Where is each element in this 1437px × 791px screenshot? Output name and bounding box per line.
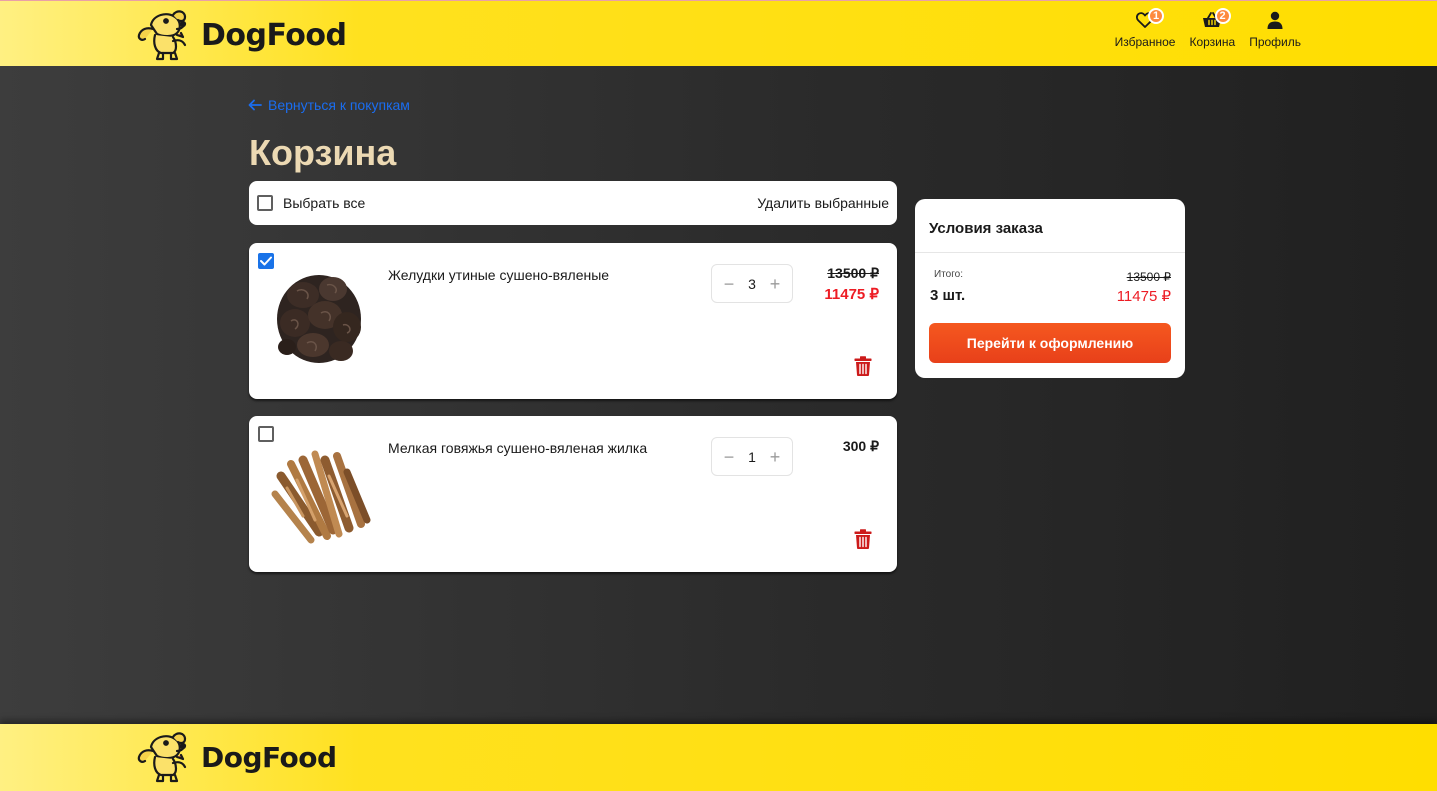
logo-text: DogFood (201, 17, 347, 53)
item-price: 300 ₽ (842, 438, 879, 454)
trash-icon[interactable] (854, 529, 872, 549)
back-to-shopping-link[interactable]: Вернуться к покупкам (248, 97, 410, 113)
back-link-label: Вернуться к покупкам (268, 97, 410, 113)
total-label: Итого: (934, 269, 963, 280)
item-name[interactable]: Мелкая говяжья сушено-вяленая жилка (388, 440, 647, 456)
quantity-value: 1 (748, 448, 756, 465)
dog-logo-icon (137, 10, 187, 61)
trash-icon[interactable] (854, 356, 872, 376)
nav-cart[interactable]: 2 Корзина (1189, 8, 1236, 49)
cart-count-badge: 2 (1214, 8, 1231, 24)
site-header: DogFood 1 Избранное 2 Корзина Профиль (0, 0, 1437, 66)
duck-gizzards-product-image (277, 275, 361, 363)
item-name[interactable]: Желудки утиные сушено-вяленые (388, 267, 609, 283)
quantity-stepper: − 1 + (711, 437, 793, 476)
user-icon (1267, 11, 1283, 29)
page-title: Корзина (249, 132, 397, 173)
nav-cart-label: Корзина (1189, 35, 1236, 49)
item-prices: 13500 ₽ 11475 ₽ (824, 265, 879, 303)
beef-tendon-product-image (271, 450, 371, 544)
summary-title: Условия заказа (929, 220, 1043, 237)
decrease-quantity-button[interactable]: − (722, 275, 736, 293)
nav-profile[interactable]: Профиль (1249, 9, 1301, 49)
increase-quantity-button[interactable]: + (768, 275, 782, 293)
footer-logo[interactable]: DogFood (133, 729, 337, 785)
favorites-count-badge: 1 (1148, 8, 1165, 24)
select-bar: Выбрать все Удалить выбранные (249, 181, 897, 225)
arrow-left-icon (248, 99, 262, 111)
total-count: 3 шт. (930, 287, 966, 304)
footer-logo-text: DogFood (201, 740, 337, 774)
quantity-stepper: − 3 + (711, 264, 793, 303)
cart-item: Мелкая говяжья сушено-вяленая жилка − 1 … (249, 416, 897, 572)
nav-profile-label: Профиль (1249, 35, 1301, 49)
site-footer: DogFood (0, 724, 1437, 791)
increase-quantity-button[interactable]: + (768, 448, 782, 466)
select-all-label[interactable]: Выбрать все (283, 195, 365, 211)
order-summary: Условия заказа Итого: 3 шт. 13500 ₽ 1147… (915, 199, 1185, 378)
cart-item: Желудки утиные сушено-вяленые − 3 + 1350… (249, 243, 897, 399)
item-prices: 300 ₽ (843, 438, 879, 455)
summary-divider (915, 252, 1185, 253)
header-nav: 1 Избранное 2 Корзина Профиль (1114, 8, 1301, 49)
main-content: Вернуться к покупкам Корзина Выбрать все… (0, 66, 1437, 724)
total-old-price: 13500 ₽ (1126, 270, 1171, 284)
logo[interactable]: DogFood (133, 7, 347, 63)
old-price: 13500 ₽ (827, 265, 879, 281)
discount-price: 11475 ₽ (824, 286, 879, 303)
checkout-button[interactable]: Перейти к оформлению (929, 323, 1171, 363)
delete-selected-button[interactable]: Удалить выбранные (757, 195, 889, 211)
nav-favorites-label: Избранное (1114, 35, 1176, 49)
nav-favorites[interactable]: 1 Избранное (1114, 8, 1176, 49)
select-all-checkbox[interactable] (257, 195, 273, 211)
dog-logo-icon (137, 732, 187, 783)
decrease-quantity-button[interactable]: − (722, 448, 736, 466)
quantity-value: 3 (748, 275, 756, 292)
total-discount-price: 11475 ₽ (1116, 288, 1171, 305)
